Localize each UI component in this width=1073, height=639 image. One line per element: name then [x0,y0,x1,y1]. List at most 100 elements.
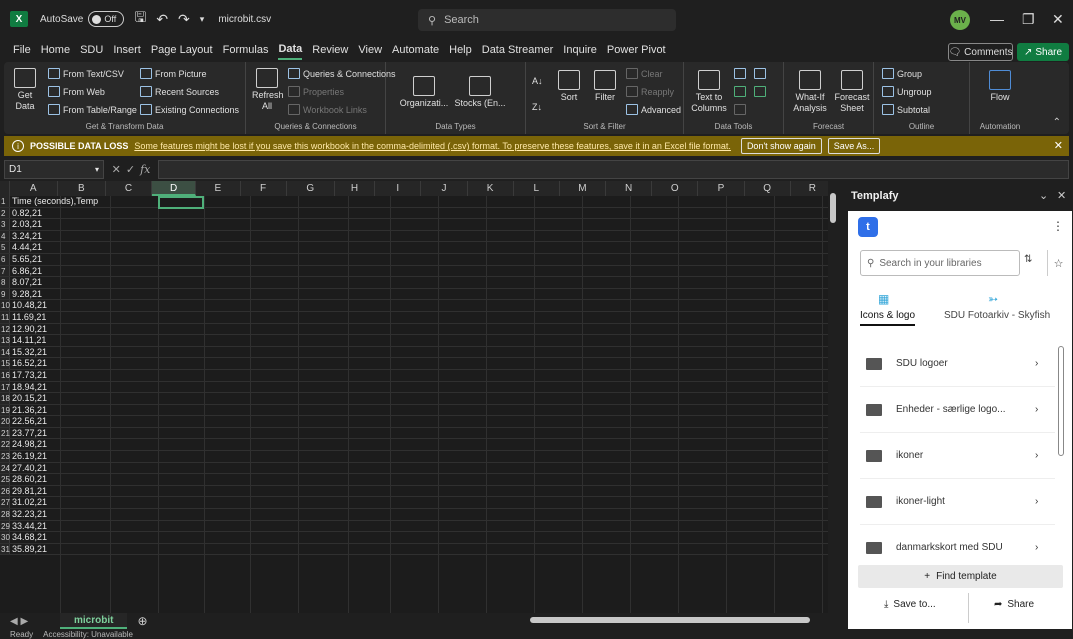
cell-a18[interactable]: 20.15,21 [10,393,47,404]
cell-a20[interactable]: 22.56,21 [10,416,47,427]
sort-icon[interactable]: ⇅ [1024,254,1032,265]
row-header[interactable]: 31 [0,543,10,555]
tab-formulas[interactable]: Formulas [223,41,269,59]
tab-home[interactable]: Home [41,41,70,59]
tab-insert[interactable]: Insert [113,41,141,59]
column-header-a[interactable]: A [10,181,58,196]
text-to-columns-button[interactable]: Text to Columns [690,70,728,114]
column-header-d[interactable]: D [152,181,197,196]
from-table-button[interactable]: From Table/Range [48,104,137,115]
forecast-sheet-button[interactable]: Forecast Sheet [832,70,872,114]
advanced-button[interactable]: Advanced [626,104,681,115]
workbook-links-button[interactable]: Workbook Links [288,104,367,115]
row-header[interactable]: 27 [0,497,10,509]
from-text-csv-button[interactable]: From Text/CSV [48,68,124,79]
cell-a6[interactable]: 5.65,21 [10,254,42,265]
save-icon[interactable]: 🖫 [134,7,146,31]
row-header[interactable]: 28 [0,509,10,520]
row-header[interactable]: 14 [0,346,10,358]
name-box[interactable]: D1 ▾ [4,160,104,179]
formula-input[interactable] [158,160,1069,179]
flash-fill-icon[interactable] [734,68,746,79]
cell-a5[interactable]: 4.44,21 [10,242,42,253]
warning-link[interactable]: Some features might be lost if you save … [134,141,731,151]
cell-a29[interactable]: 33.44,21 [10,521,47,532]
column-header-g[interactable]: G [287,181,335,196]
cell-a3[interactable]: 2.03,21 [10,219,42,230]
filter-button[interactable]: Filter [590,70,620,103]
autosave-toggle[interactable]: Off [88,11,125,27]
tab-file[interactable]: File [13,41,31,59]
insert-function-button[interactable]: fx [140,163,150,176]
customize-quick-access-icon[interactable]: ▾ [200,14,205,25]
column-header-n[interactable]: N [606,181,653,196]
close-warning-icon[interactable]: ✕ [1054,139,1063,152]
list-item[interactable]: ikoner-light › [860,479,1055,525]
row-header[interactable]: 24 [0,462,10,474]
active-cell-d1[interactable] [158,196,204,209]
flow-button[interactable]: Flow [982,70,1018,103]
row-header[interactable]: 21 [0,427,10,439]
column-header-b[interactable]: B [58,181,106,196]
library-search-input[interactable]: ⚲ Search in your libraries [860,250,1020,276]
cell-a28[interactable]: 32.23,21 [10,509,47,520]
redo-icon[interactable]: ↷ [178,11,190,28]
cell-a2[interactable]: 0.82,21 [10,208,42,219]
recent-sources-button[interactable]: Recent Sources [140,86,219,97]
vertical-scrollbar[interactable] [828,181,838,613]
avatar[interactable]: MV [950,10,970,30]
hscroll-thumb[interactable] [530,617,810,623]
tab-help[interactable]: Help [449,41,472,59]
cell-a21[interactable]: 23.77,21 [10,428,47,439]
save-as-button[interactable]: Save As... [827,138,881,154]
column-header-m[interactable]: M [560,181,607,196]
column-header-l[interactable]: L [514,181,560,196]
cell-a7[interactable]: 6.86,21 [10,266,42,277]
row-header[interactable]: 3 [0,219,10,230]
column-header-h[interactable]: H [335,181,376,196]
get-data-button[interactable]: Get Data [10,68,40,112]
row-header[interactable]: 30 [0,532,10,543]
row-header[interactable]: 5 [0,242,10,253]
tab-data-streamer[interactable]: Data Streamer [482,41,554,59]
row-header[interactable]: 9 [0,288,10,300]
row-header[interactable]: 4 [0,230,10,242]
tab-inquire[interactable]: Inquire [563,41,597,59]
cell-a13[interactable]: 14.11,21 [10,335,46,346]
comments-button[interactable]: 🗨 Comments [948,43,1013,61]
row-header[interactable]: 26 [0,485,10,497]
cell-a11[interactable]: 11.69,21 [10,312,46,323]
cell-a12[interactable]: 12.90,21 [10,324,47,335]
tab-page-layout[interactable]: Page Layout [151,41,213,59]
row-header[interactable]: 16 [0,369,10,381]
row-header[interactable]: 8 [0,277,10,288]
cell-a1[interactable]: Time (seconds),Temp [10,196,98,207]
list-item[interactable]: SDU logoer › [860,341,1055,387]
tab-sdu[interactable]: SDU [80,41,103,59]
cell-a30[interactable]: 34.68,21 [10,532,47,543]
dont-show-again-button[interactable]: Don't show again [740,138,822,154]
existing-connections-button[interactable]: Existing Connections [140,104,239,115]
tab-view[interactable]: View [358,41,382,59]
restore-icon[interactable]: ❐ [1022,11,1035,28]
row-header[interactable]: 2 [0,207,10,219]
tab-automate[interactable]: Automate [392,41,439,59]
share-button[interactable]: ↗ Share [1017,43,1069,61]
tab-data[interactable]: Data [278,40,303,60]
consolidate-icon[interactable] [754,86,766,97]
row-header[interactable]: 17 [0,381,10,393]
collapse-ribbon-icon[interactable]: ⌃ [1053,117,1061,128]
sheet-tab-microbit[interactable]: microbit [60,613,128,629]
cell-a10[interactable]: 10.48,21 [10,300,47,311]
column-header-i[interactable]: I [375,181,422,196]
from-web-button[interactable]: From Web [48,86,105,97]
tab-review[interactable]: Review [312,41,348,59]
templafy-share-button[interactable]: ➦ Share [994,599,1034,610]
relationships-icon[interactable] [734,104,746,115]
accessibility-status[interactable]: Accessibility: Unavailable [43,630,133,639]
cell-a31[interactable]: 35.89,21 [10,544,47,555]
row-header[interactable]: 29 [0,520,10,532]
column-header-j[interactable]: J [421,181,468,196]
pane-options-icon[interactable]: ⌄ [1039,189,1048,202]
cell-a8[interactable]: 8.07,21 [10,277,42,288]
